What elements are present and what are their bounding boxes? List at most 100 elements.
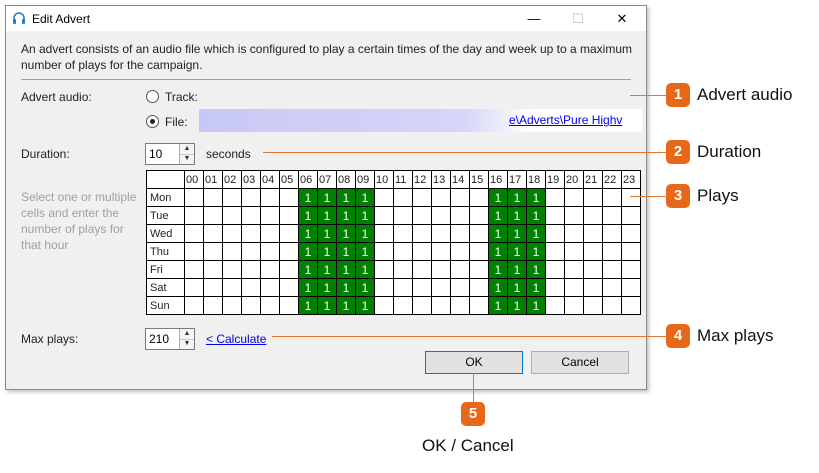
- play-cell[interactable]: [450, 260, 470, 279]
- play-cell[interactable]: 1: [317, 224, 337, 243]
- play-cell[interactable]: [621, 206, 641, 225]
- play-cell[interactable]: [203, 224, 223, 243]
- play-cell[interactable]: [260, 260, 280, 279]
- hour-header[interactable]: 02: [222, 170, 242, 189]
- play-cell[interactable]: [260, 296, 280, 315]
- play-cell[interactable]: 1: [317, 206, 337, 225]
- hour-header[interactable]: 07: [317, 170, 337, 189]
- play-cell[interactable]: [222, 242, 242, 261]
- play-cell[interactable]: [393, 206, 413, 225]
- play-cell[interactable]: [545, 296, 565, 315]
- play-cell[interactable]: [412, 296, 432, 315]
- play-cell[interactable]: [260, 224, 280, 243]
- hour-header[interactable]: 21: [583, 170, 603, 189]
- play-cell[interactable]: [469, 224, 489, 243]
- play-cell[interactable]: [450, 242, 470, 261]
- play-cell[interactable]: [431, 242, 451, 261]
- play-cell[interactable]: [564, 278, 584, 297]
- play-cell[interactable]: [412, 260, 432, 279]
- play-cell[interactable]: [222, 224, 242, 243]
- day-header[interactable]: Tue: [146, 206, 185, 225]
- play-cell[interactable]: 1: [298, 188, 318, 207]
- play-cell[interactable]: [621, 242, 641, 261]
- cancel-button[interactable]: Cancel: [531, 351, 629, 374]
- hour-header[interactable]: 15: [469, 170, 489, 189]
- play-cell[interactable]: [583, 278, 603, 297]
- play-cell[interactable]: [469, 188, 489, 207]
- play-cell[interactable]: [260, 188, 280, 207]
- play-cell[interactable]: 1: [317, 278, 337, 297]
- play-cell[interactable]: [184, 206, 204, 225]
- play-cell[interactable]: [222, 260, 242, 279]
- hour-header[interactable]: 08: [336, 170, 356, 189]
- play-cell[interactable]: [545, 206, 565, 225]
- play-cell[interactable]: 1: [507, 296, 527, 315]
- play-cell[interactable]: 1: [526, 224, 546, 243]
- play-cell[interactable]: [564, 188, 584, 207]
- play-cell[interactable]: 1: [336, 242, 356, 261]
- play-cell[interactable]: [203, 260, 223, 279]
- play-cell[interactable]: [374, 242, 394, 261]
- play-cell[interactable]: [621, 296, 641, 315]
- play-cell[interactable]: [412, 224, 432, 243]
- day-header[interactable]: Thu: [146, 242, 185, 261]
- play-cell[interactable]: [545, 260, 565, 279]
- play-cell[interactable]: [583, 260, 603, 279]
- play-cell[interactable]: [374, 206, 394, 225]
- play-cell[interactable]: [241, 296, 261, 315]
- hour-header[interactable]: 03: [241, 170, 261, 189]
- file-path-field[interactable]: e\Adverts\Pure Highv: [199, 109, 642, 132]
- play-cell[interactable]: [583, 296, 603, 315]
- play-cell[interactable]: [222, 206, 242, 225]
- hour-header[interactable]: 11: [393, 170, 413, 189]
- play-cell[interactable]: 1: [298, 296, 318, 315]
- play-cell[interactable]: 1: [355, 188, 375, 207]
- day-header[interactable]: Mon: [146, 188, 185, 207]
- play-cell[interactable]: [583, 242, 603, 261]
- play-cell[interactable]: [279, 296, 299, 315]
- play-cell[interactable]: 1: [317, 188, 337, 207]
- play-cell[interactable]: [241, 188, 261, 207]
- play-cell[interactable]: [374, 224, 394, 243]
- play-cell[interactable]: [393, 242, 413, 261]
- play-cell[interactable]: [222, 278, 242, 297]
- play-cell[interactable]: [450, 206, 470, 225]
- play-cell[interactable]: [260, 242, 280, 261]
- play-cell[interactable]: 1: [317, 260, 337, 279]
- play-cell[interactable]: [602, 224, 622, 243]
- play-cell[interactable]: 1: [336, 260, 356, 279]
- hour-header[interactable]: 18: [526, 170, 546, 189]
- play-cell[interactable]: [279, 224, 299, 243]
- hour-header[interactable]: 14: [450, 170, 470, 189]
- play-cell[interactable]: [241, 224, 261, 243]
- file-radio[interactable]: [146, 115, 159, 128]
- play-cell[interactable]: 1: [526, 278, 546, 297]
- hour-header[interactable]: 00: [184, 170, 204, 189]
- play-cell[interactable]: [545, 188, 565, 207]
- play-cell[interactable]: 1: [507, 224, 527, 243]
- play-cell[interactable]: [412, 206, 432, 225]
- play-cell[interactable]: [450, 188, 470, 207]
- day-header[interactable]: Sun: [146, 296, 185, 315]
- play-cell[interactable]: [431, 224, 451, 243]
- play-cell[interactable]: 1: [488, 242, 508, 261]
- play-cell[interactable]: [602, 260, 622, 279]
- hour-header[interactable]: 16: [488, 170, 508, 189]
- play-cell[interactable]: [545, 242, 565, 261]
- day-header[interactable]: Fri: [146, 260, 185, 279]
- play-cell[interactable]: [184, 260, 204, 279]
- play-cell[interactable]: [241, 242, 261, 261]
- play-cell[interactable]: 1: [526, 260, 546, 279]
- play-cell[interactable]: 1: [507, 242, 527, 261]
- hour-header[interactable]: 22: [602, 170, 622, 189]
- day-header[interactable]: Wed: [146, 224, 185, 243]
- play-cell[interactable]: [279, 278, 299, 297]
- play-cell[interactable]: 1: [507, 278, 527, 297]
- hour-header[interactable]: 06: [298, 170, 318, 189]
- play-cell[interactable]: [184, 242, 204, 261]
- play-cell[interactable]: [393, 260, 413, 279]
- play-cell[interactable]: [564, 242, 584, 261]
- play-cell[interactable]: [260, 278, 280, 297]
- play-cell[interactable]: [431, 278, 451, 297]
- hour-header[interactable]: 19: [545, 170, 565, 189]
